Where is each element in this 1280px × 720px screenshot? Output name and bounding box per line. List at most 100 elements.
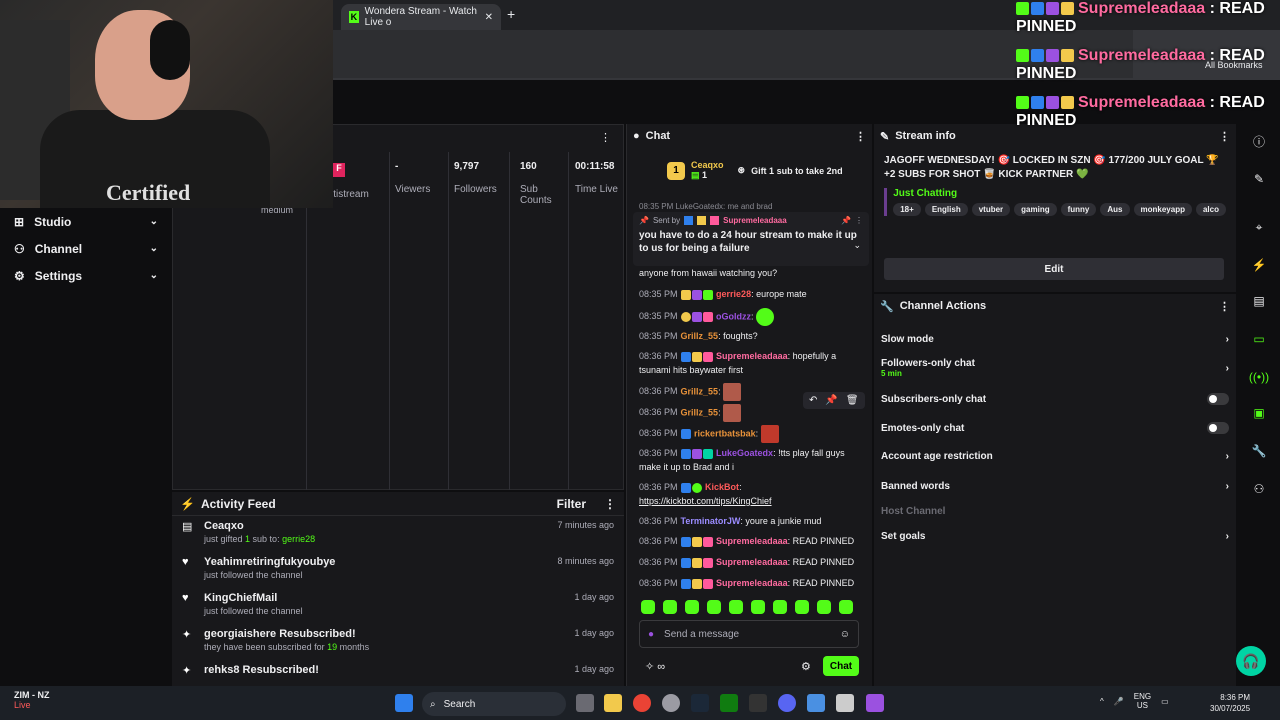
browser-tab[interactable]: K Wondera Stream - Watch Live o ✕	[341, 4, 501, 30]
language-indicator[interactable]: ENG US	[1134, 692, 1151, 710]
category-thumbnail[interactable]	[884, 188, 888, 216]
kick-logo-icon: K	[349, 11, 359, 23]
filter-button[interactable]: Filter	[557, 497, 586, 511]
system-tray: ^ 🎤 ENG US ▭	[1100, 692, 1169, 710]
chat-message-partial: 08:35 PM LukeGoatedx: me and brad	[639, 202, 773, 210]
target-icon[interactable]: ⌖	[1250, 218, 1268, 236]
xbox-icon[interactable]	[720, 694, 738, 712]
epic-games-icon[interactable]	[749, 694, 767, 712]
gear-icon[interactable]: ⚙	[801, 660, 811, 673]
emote-icon[interactable]	[795, 600, 809, 614]
emotes-only-toggle[interactable]	[1207, 422, 1229, 434]
slow-mode-item[interactable]: Slow mode ›	[881, 334, 1229, 345]
network-icon[interactable]: ▭	[1161, 697, 1169, 706]
edit-button[interactable]: Edit	[884, 258, 1224, 280]
lightning-icon[interactable]: ⚡	[1250, 256, 1268, 274]
chevron-down-icon[interactable]: ⌄	[853, 240, 861, 251]
pin-icon[interactable]: 📌	[825, 395, 837, 406]
task-view-icon[interactable]	[576, 694, 594, 712]
discord-icon[interactable]	[778, 694, 796, 712]
activity-item[interactable]: ♥ KingChiefMail just followed the channe…	[172, 588, 624, 624]
tag[interactable]: vtuber	[971, 203, 1011, 216]
activity-item[interactable]: ✦ georgiaishere Resubscribed! they have …	[172, 624, 624, 660]
taskbar-live-app[interactable]: ZIM - NZ Live	[14, 690, 50, 710]
gift-sub-button[interactable]: Gift 1 sub to take 2nd	[751, 166, 843, 176]
emote-icon[interactable]	[729, 600, 743, 614]
activity-item[interactable]: ✦ rehks8 Resubscribed! 1 day ago	[172, 660, 624, 678]
banned-words-item[interactable]: Banned words ›	[881, 481, 1229, 492]
emote-icon[interactable]	[751, 600, 765, 614]
close-tab-icon[interactable]: ✕	[485, 12, 493, 23]
emote-icon[interactable]	[641, 600, 655, 614]
unpin-icon[interactable]: 📌	[841, 216, 851, 225]
emote-icon[interactable]	[839, 600, 853, 614]
emote-icon	[760, 425, 779, 443]
sidebar-item-channel[interactable]: ⚇ Channel ⌄	[0, 235, 172, 262]
users-icon[interactable]: ⚇	[1250, 480, 1268, 498]
wrench-icon: 🔧	[880, 300, 894, 313]
broadcast-icon[interactable]: ((•))	[1249, 368, 1269, 386]
send-chat-button[interactable]: Chat	[823, 656, 859, 676]
windows-start-icon[interactable]	[395, 694, 413, 712]
tag[interactable]: monkeyapp	[1133, 203, 1192, 216]
address-bar[interactable]	[333, 30, 1133, 78]
account-age-item[interactable]: Account age restriction ›	[881, 451, 1229, 462]
message-input[interactable]: ● Send a message ☺	[639, 620, 859, 648]
tag[interactable]: English	[924, 203, 968, 216]
chat-link[interactable]: https://kickbot.com/tips/KingChief	[639, 496, 772, 506]
chevron-up-icon[interactable]: ^	[1100, 697, 1104, 706]
tag[interactable]: gaming	[1014, 203, 1057, 216]
activity-item[interactable]: ▤ Ceaqxo just gifted 1 sub to: gerrie28 …	[172, 516, 624, 552]
more-options-icon[interactable]: ⋮	[855, 216, 863, 225]
more-options-icon[interactable]: ⋮	[855, 130, 866, 143]
clipboard-icon[interactable]: ▤	[1250, 292, 1268, 310]
pencil-icon[interactable]: ✎	[1250, 170, 1268, 188]
more-options-icon[interactable]: ⋮	[604, 497, 616, 511]
chat-bubble-icon[interactable]: ▭	[1250, 330, 1268, 348]
store-icon[interactable]	[836, 694, 854, 712]
tag[interactable]: Aus	[1100, 203, 1130, 216]
file-explorer-icon[interactable]	[604, 694, 622, 712]
more-options-icon[interactable]: ⋮	[1219, 300, 1230, 313]
mic-icon[interactable]: 🎤	[1114, 697, 1124, 706]
steam-icon[interactable]	[691, 694, 709, 712]
taskbar-clock[interactable]: 8:36 PM 30/07/2025	[1210, 692, 1250, 714]
sidebar-item-settings[interactable]: ⚙ Settings ⌄	[0, 262, 172, 289]
mic-icon[interactable]: ●	[648, 629, 654, 640]
app-icon[interactable]	[866, 694, 884, 712]
wrench-icon[interactable]: 🔧	[1250, 442, 1268, 460]
support-button[interactable]: 🎧	[1236, 646, 1266, 676]
more-options-icon[interactable]: ⋮	[600, 131, 611, 144]
pinned-message[interactable]: 📌 Sent by Supremeleadaaa 📌 ⋮ you have to…	[633, 212, 869, 266]
set-goals-item[interactable]: Set goals ›	[881, 531, 1229, 542]
emote-icon[interactable]	[817, 600, 831, 614]
emote-icon[interactable]	[707, 600, 721, 614]
emote-icon[interactable]	[773, 600, 787, 614]
emote-icon[interactable]	[663, 600, 677, 614]
sidebar-item-studio[interactable]: ⊞ Studio ⌄	[0, 208, 172, 235]
emotes-only-item[interactable]: Emotes-only chat	[881, 422, 1229, 434]
category-link[interactable]: Just Chatting	[893, 188, 1226, 199]
activity-item[interactable]: ♥ Yeahimretiringfukyoubye just followed …	[172, 552, 624, 588]
taskbar-search[interactable]: ⌕ Search	[422, 692, 566, 716]
emoji-icon[interactable]: ☺	[840, 629, 850, 640]
tag[interactable]: funny	[1060, 203, 1097, 216]
chrome-icon[interactable]	[633, 694, 651, 712]
subscribers-only-item[interactable]: Subscribers-only chat	[881, 393, 1229, 405]
reply-icon[interactable]: ↶	[809, 395, 817, 406]
subscribers-only-toggle[interactable]	[1207, 393, 1229, 405]
obs-icon[interactable]	[662, 694, 680, 712]
tag[interactable]: 18+	[893, 203, 921, 216]
new-tab-button[interactable]: +	[507, 6, 527, 22]
sidebar: ⊞ Studio ⌄ ⚇ Channel ⌄ ⚙ Settings ⌄	[0, 208, 172, 686]
info-icon[interactable]: ⓘ	[1250, 132, 1268, 150]
chat-extras-icon[interactable]: ✧ ∞	[645, 660, 665, 673]
message-tools: ↶ 📌 🗑	[803, 392, 865, 409]
more-options-icon[interactable]: ⋮	[1219, 130, 1230, 143]
settings-app-icon[interactable]	[807, 694, 825, 712]
followers-only-item[interactable]: Followers-only chat 5 min ›	[881, 358, 1229, 378]
tag[interactable]: alco	[1195, 203, 1226, 216]
window-icon[interactable]: ▣	[1250, 404, 1268, 422]
trash-icon[interactable]: 🗑	[846, 395, 859, 406]
emote-icon[interactable]	[685, 600, 699, 614]
